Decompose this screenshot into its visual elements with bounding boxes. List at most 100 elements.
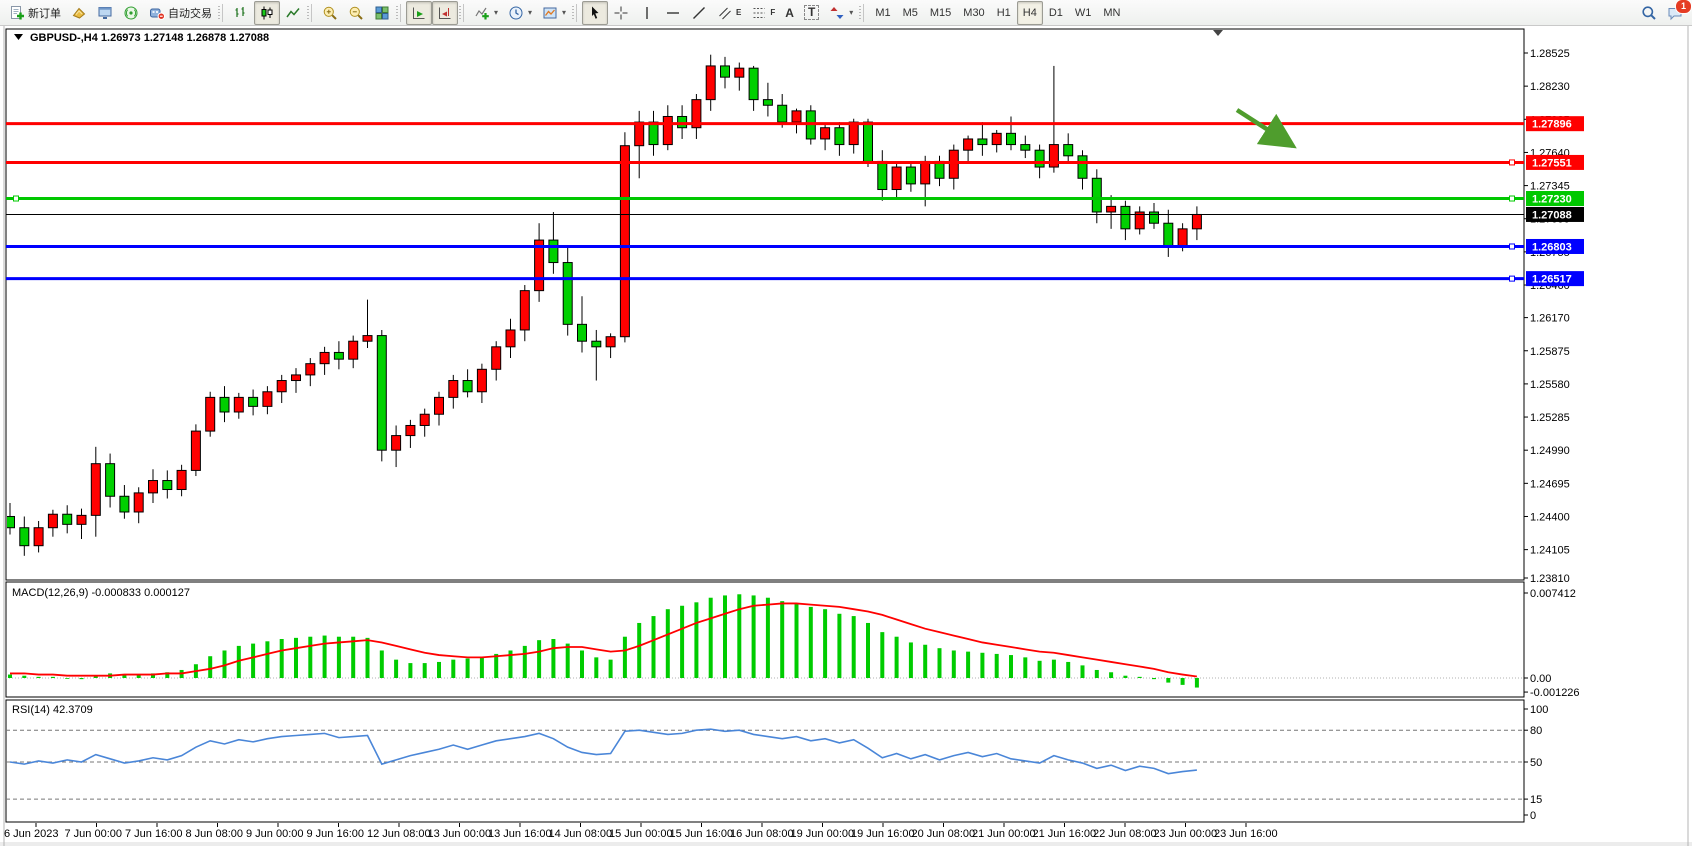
macd-histogram-bar [1152,678,1156,679]
fibonacci-icon [751,5,767,21]
macd-axis-label: 0.00 [1530,673,1551,685]
macd-histogram-bar [1123,676,1127,678]
signals-button[interactable] [118,1,144,25]
crosshair-icon [613,5,629,21]
toolbar: 新订单 自动交易 ▾ ▾ [0,0,1692,26]
macd-histogram-bar [737,594,741,678]
text-tool-button[interactable]: A [780,1,799,25]
cursor-tool-button[interactable] [582,1,608,25]
bar-chart-button[interactable] [228,1,254,25]
arrows-tool-button[interactable]: ▾ [824,1,858,25]
price-axis-label: 1.28230 [1530,81,1570,93]
templates-icon [542,5,558,21]
macd-histogram-bar [652,616,656,678]
chart-shift-button[interactable] [432,1,458,25]
channel-tool-button[interactable]: E [712,1,746,25]
macd-histogram-bar [995,654,999,678]
time-axis-label: 9 Jun 16:00 [307,828,365,840]
timeframe-mn[interactable]: MN [1097,1,1126,25]
macd-histogram-bar [380,650,384,678]
dropdown-arrow-icon[interactable]: ▾ [849,8,853,17]
candle [377,330,386,461]
time-axis-label: 14 Jun 08:00 [549,828,613,840]
chart-canvas[interactable]: 1.285251.282301.279351.276401.273451.270… [0,0,1692,846]
timeframe-m1[interactable]: M1 [869,1,896,25]
macd-histogram-bar [680,606,684,678]
fibonacci-tool-button[interactable]: F [746,1,780,25]
search-button[interactable] [1636,1,1662,25]
signals-icon [123,5,139,21]
horizontal-line-tool-button[interactable] [660,1,686,25]
notification-badge: 1 [1675,0,1692,14]
macd-histogram-bar [694,602,698,678]
timeframe-m15[interactable]: M15 [924,1,957,25]
macd-histogram-bar [1195,678,1199,688]
macd-histogram-bar [880,632,884,678]
macd-histogram-bar [494,654,498,678]
indicators-button[interactable]: ▾ [469,1,503,25]
chat-button[interactable]: 1 [1662,1,1688,25]
zoom-out-button[interactable] [343,1,369,25]
time-axis-label: 9 Jun 00:00 [246,828,304,840]
line-handle[interactable] [1510,160,1515,165]
line-chart-icon [285,5,301,21]
time-axis-label: 16 Jun 08:00 [730,828,794,840]
line-handle[interactable] [1510,196,1515,201]
dropdown-arrow-icon[interactable]: ▾ [528,8,532,17]
timeframe-h4[interactable]: H4 [1017,1,1043,25]
macd-histogram-bar [8,675,12,678]
price-axis-label: 1.24400 [1530,511,1570,523]
timeframe-d1[interactable]: D1 [1043,1,1069,25]
zoom-in-button[interactable] [317,1,343,25]
line-handle[interactable] [14,196,19,201]
candle [864,119,873,167]
periods-clock-icon [508,5,524,21]
main-chart-panel[interactable] [6,29,1524,580]
macd-histogram-bar [323,636,327,678]
tile-windows-button[interactable] [369,1,395,25]
market-watch-icon [71,5,87,21]
macd-histogram-bar [451,660,455,678]
market-watch-button[interactable] [66,1,92,25]
timeframe-h1[interactable]: H1 [991,1,1017,25]
time-axis-label: 19 Jun 00:00 [791,828,855,840]
rsi-axis-label: 0 [1530,810,1536,822]
macd-panel[interactable] [6,582,1524,697]
rsi-axis-label: 15 [1530,794,1542,806]
label-tool-button[interactable]: T [799,1,824,25]
auto-scroll-button[interactable] [406,1,432,25]
line-handle[interactable] [1510,276,1515,281]
line-chart-button[interactable] [280,1,306,25]
new-order-button[interactable]: 新订单 [4,1,66,25]
time-axis-label: 21 Jun 16:00 [1033,828,1097,840]
rsi-axis-label: 100 [1530,704,1548,716]
zoom-out-icon [348,5,364,21]
periods-button[interactable]: ▾ [503,1,537,25]
macd-histogram-bar [1023,657,1027,678]
crosshair-tool-button[interactable] [608,1,634,25]
macd-histogram-bar [51,677,55,678]
dropdown-arrow-icon[interactable]: ▾ [494,8,498,17]
timeframe-m30[interactable]: M30 [957,1,990,25]
price-axis-label: 1.24105 [1530,545,1570,557]
macd-histogram-bar [251,644,255,678]
line-handle[interactable] [1510,244,1515,249]
dropdown-arrow-icon[interactable]: ▾ [562,8,566,17]
search-icon [1641,5,1657,21]
bar-chart-icon [233,5,249,21]
data-window-button[interactable] [92,1,118,25]
vertical-line-tool-button[interactable] [634,1,660,25]
candlestick-chart-button[interactable] [254,1,280,25]
trendline-tool-button[interactable] [686,1,712,25]
macd-histogram-bar [1066,662,1070,678]
rsi-panel[interactable] [6,700,1524,822]
macd-histogram-bar [466,659,470,678]
timeframe-m5[interactable]: M5 [897,1,924,25]
autotrading-button[interactable]: 自动交易 [144,1,217,25]
macd-histogram-bar [1181,678,1185,685]
templates-button[interactable]: ▾ [537,1,571,25]
macd-histogram-bar [65,678,69,679]
macd-histogram-bar [952,650,956,678]
macd-axis-label: -0.001226 [1530,687,1580,699]
timeframe-w1[interactable]: W1 [1069,1,1098,25]
